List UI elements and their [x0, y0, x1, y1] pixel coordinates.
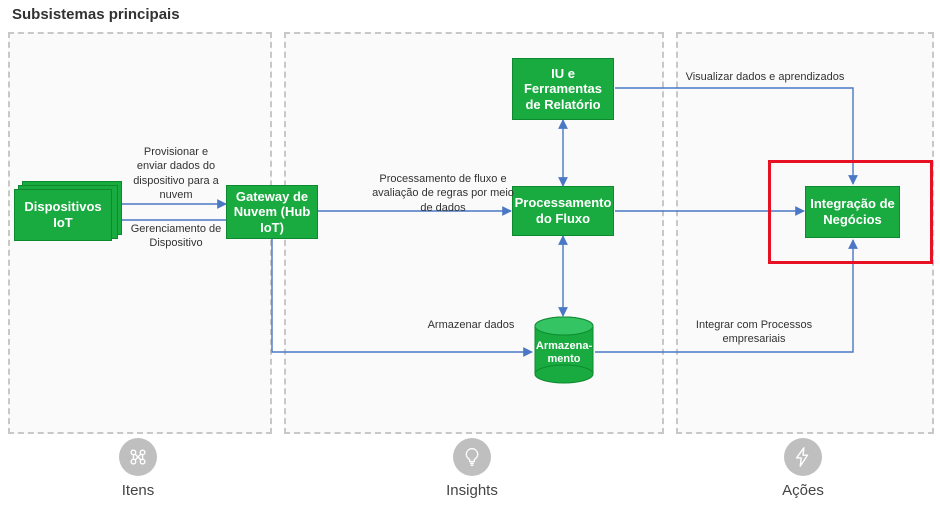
region-acoes-caption: Ações [763, 482, 843, 499]
node-storage: Armazena- mento [533, 316, 595, 391]
node-gateway: Gateway de Nuvem (Hub IoT) [226, 185, 318, 239]
node-ui-tools-label: IU e Ferramentas de Relatório [517, 66, 609, 113]
node-ui-tools: IU e Ferramentas de Relatório [512, 58, 614, 120]
node-devices: Dispositivos IoT [14, 189, 112, 241]
page-title: Subsistemas principais [12, 6, 180, 23]
edge-store-label: Armazenar dados [416, 318, 526, 332]
edge-visualize-label: Visualizar dados e aprendizados [680, 70, 850, 84]
node-storage-label: Armazena- mento [533, 340, 595, 365]
node-gateway-label: Gateway de Nuvem (Hub IoT) [231, 189, 313, 236]
node-stream: Processamento do Fluxo [512, 186, 614, 236]
edge-manage-label: Gerenciamento de Dispositivo [128, 222, 224, 251]
acoes-icon [784, 438, 822, 476]
itens-icon [119, 438, 157, 476]
insights-icon [453, 438, 491, 476]
highlight-business [768, 160, 933, 264]
edge-integrate-label: Integrar com Processos empresariais [680, 318, 828, 347]
edge-provision-label: Provisionar e enviar dados do dispositiv… [128, 145, 224, 202]
edge-process-label: Processamento de fluxo e avaliação de re… [370, 172, 516, 215]
region-itens-caption: Itens [98, 482, 178, 499]
node-devices-label: Dispositivos IoT [19, 199, 107, 230]
node-stream-label: Processamento do Fluxo [515, 195, 612, 226]
region-insights-caption: Insights [432, 482, 512, 499]
